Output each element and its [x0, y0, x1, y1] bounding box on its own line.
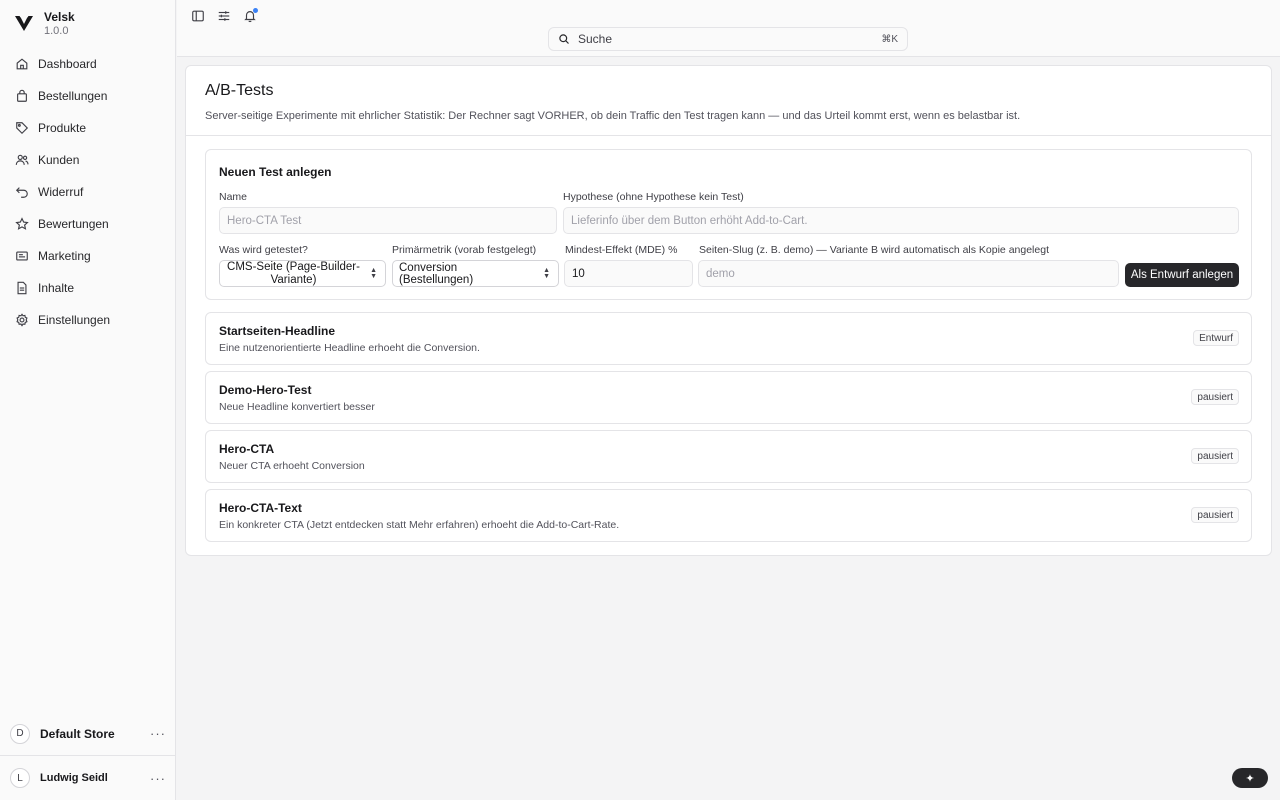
test-hypothesis: Ein konkreter CTA (Jetzt entdecken statt…: [219, 519, 620, 531]
user-more-button[interactable]: ···: [150, 771, 166, 786]
store-switcher[interactable]: D Default Store ···: [0, 712, 176, 756]
select-caret-icon: ▲ ▼: [543, 267, 550, 280]
status-badge: Entwurf: [1193, 330, 1239, 346]
nav-label: Inhalte: [38, 281, 75, 295]
nav-item-dashboard[interactable]: Dashboard: [8, 48, 168, 80]
nav-item-einstellungen[interactable]: Einstellungen: [8, 304, 168, 336]
mde-input[interactable]: 10: [564, 260, 693, 287]
shopping-bag-icon: [17, 89, 27, 102]
tag-icon: [16, 122, 29, 135]
nav-label: Einstellungen: [38, 313, 111, 327]
test-name: Startseiten-Headline: [219, 324, 336, 338]
notification-dot: [253, 8, 258, 13]
gear-icon: [16, 313, 28, 327]
velsk-logo-icon: [15, 15, 33, 31]
ab-tests-panel: A/B-Tests Server-seitige Experimente mit…: [185, 65, 1272, 556]
nav-item-bestellungen[interactable]: Bestellungen: [8, 80, 168, 112]
star-icon: [15, 217, 29, 230]
test-name: Demo-Hero-Test: [219, 383, 312, 397]
status-badge: pausiert: [1191, 507, 1239, 523]
nav-item-marketing[interactable]: Marketing: [8, 240, 168, 272]
sidebar: Velsk 1.0.0 Dashboard Bestellungen Produ…: [0, 0, 176, 800]
nav-item-widerruf[interactable]: Widerruf: [8, 176, 168, 208]
users-icon: [15, 154, 29, 165]
status-badge: pausiert: [1191, 448, 1239, 464]
hypothesis-input[interactable]: Lieferinfo über dem Button erhöht Add-to…: [563, 207, 1239, 234]
new-test-form: Neuen Test anlegen Name Hero-CTA Test Hy…: [205, 149, 1252, 300]
metric-label: Primärmetrik (vorab festgelegt): [392, 244, 537, 256]
assistant-button[interactable]: ✦: [1232, 768, 1268, 788]
nav-label: Kunden: [38, 153, 80, 167]
sliders-icon: [218, 11, 230, 21]
nav-label: Marketing: [38, 249, 91, 263]
test-name: Hero-CTA: [219, 442, 275, 456]
status-badge: pausiert: [1191, 389, 1239, 405]
test-hypothesis: Neuer CTA erhoeht Conversion: [219, 460, 365, 472]
user-avatar: L: [10, 768, 30, 788]
mde-label: Mindest-Effekt (MDE) %: [565, 244, 678, 256]
search-icon: [559, 34, 569, 44]
notifications-button[interactable]: [243, 8, 258, 23]
nav-item-inhalte[interactable]: Inhalte: [8, 272, 168, 304]
test-name: Hero-CTA-Text: [219, 501, 302, 515]
nav-item-produkte[interactable]: Produkte: [8, 112, 168, 144]
nav-item-kunden[interactable]: Kunden: [8, 144, 168, 176]
form-title: Neuen Test anlegen: [219, 165, 332, 179]
test-item[interactable]: Hero-CTA Neuer CTA erhoeht Conversion pa…: [205, 430, 1252, 483]
nav-label: Bewertungen: [38, 217, 109, 231]
test-hypothesis: Eine nutzenorientierte Headline erhoeht …: [219, 342, 480, 354]
topbar: Suche ⌘K: [177, 0, 1280, 57]
store-name: Default Store: [40, 726, 115, 741]
search-shortcut: ⌘K: [881, 33, 898, 45]
brand-version: 1.0.0: [44, 25, 69, 37]
nav-label: Produkte: [38, 121, 87, 135]
search-bar[interactable]: Suche ⌘K: [548, 27, 908, 51]
brand[interactable]: Velsk 1.0.0: [14, 10, 75, 38]
slug-input[interactable]: demo: [698, 260, 1119, 287]
nav-label: Bestellungen: [38, 89, 108, 103]
nav-label: Dashboard: [38, 57, 97, 71]
sparkle-icon: ✦: [1245, 772, 1255, 785]
filter-settings-button[interactable]: [217, 9, 231, 23]
page-header: A/B-Tests Server-seitige Experimente mit…: [186, 66, 1271, 136]
test-item[interactable]: Startseiten-Headline Eine nutzenorientie…: [205, 312, 1252, 365]
home-icon: [16, 58, 28, 70]
user-menu[interactable]: L Ludwig Seidl ···: [0, 757, 176, 799]
mail-icon: [16, 251, 28, 261]
create-draft-button[interactable]: Als Entwurf anlegen: [1125, 263, 1239, 287]
nav-item-bewertungen[interactable]: Bewertungen: [8, 208, 168, 240]
name-input[interactable]: Hero-CTA Test: [219, 207, 557, 234]
slug-label: Seiten-Slug (z. B. demo) — Variante B wi…: [699, 244, 1049, 256]
select-caret-icon: ▲ ▼: [370, 267, 377, 280]
target-select-value: CMS-Seite (Page-Builder-Variante): [227, 260, 360, 286]
main-nav: Dashboard Bestellungen Produkte Kunden W…: [8, 48, 168, 336]
hypothesis-label: Hypothese (ohne Hypothese kein Test): [563, 191, 744, 203]
store-avatar: D: [10, 723, 30, 744]
nav-label: Widerruf: [38, 185, 84, 199]
search-label: Suche: [578, 32, 613, 46]
name-label: Name: [219, 191, 248, 203]
metric-select-value: Conversion (Bestellungen): [399, 261, 474, 286]
store-more-button[interactable]: ···: [150, 726, 166, 741]
metric-select[interactable]: Conversion (Bestellungen) ▲ ▼: [392, 260, 559, 287]
brand-name: Velsk: [44, 10, 75, 24]
target-select[interactable]: CMS-Seite (Page-Builder-Variante) ▲ ▼: [219, 260, 386, 287]
page-subtitle: Server-seitige Experimente mit ehrlicher…: [205, 110, 1021, 122]
test-hypothesis: Neue Headline konvertiert besser: [219, 401, 375, 413]
target-label: Was wird getestet?: [219, 244, 308, 256]
undo-icon: [15, 187, 28, 198]
page-title: A/B-Tests: [205, 82, 274, 99]
test-item[interactable]: Hero-CTA-Text Ein konkreter CTA (Jetzt e…: [205, 489, 1252, 542]
test-item[interactable]: Demo-Hero-Test Neue Headline konvertiert…: [205, 371, 1252, 424]
file-icon: [17, 281, 27, 295]
sidebar-toggle-button[interactable]: [191, 9, 205, 23]
sidebar-toggle-icon: [192, 10, 204, 22]
user-name: Ludwig Seidl: [40, 772, 108, 784]
